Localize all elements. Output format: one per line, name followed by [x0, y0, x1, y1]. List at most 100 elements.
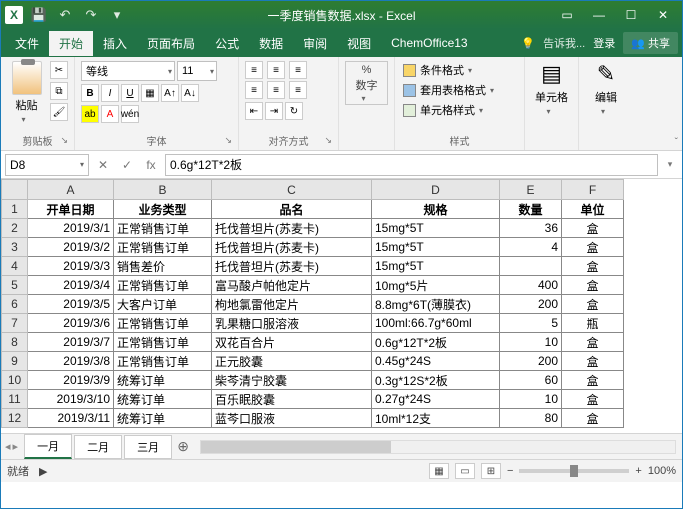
sheet-tab-jan[interactable]: 一月 — [24, 434, 72, 459]
cell[interactable]: 0.6g*12T*2板 — [372, 333, 500, 352]
align-bottom-icon[interactable]: ≡ — [289, 61, 307, 79]
cancel-formula-icon[interactable]: ✕ — [93, 155, 113, 175]
cell[interactable]: 托伐普坦片(苏麦卡) — [212, 257, 372, 276]
add-sheet-button[interactable]: ⊕ — [172, 438, 194, 455]
cell[interactable]: 2019/3/7 — [28, 333, 114, 352]
font-launcher-icon[interactable]: ↘ — [224, 135, 232, 146]
cell[interactable]: 大客户订单 — [114, 295, 212, 314]
paste-button[interactable]: 粘贴 ▾ — [7, 61, 46, 124]
header-cell[interactable]: 单位 — [562, 200, 624, 219]
row-header-5[interactable]: 5 — [2, 276, 28, 295]
number-format-button[interactable]: %数字▾ — [345, 61, 388, 105]
row-header-8[interactable]: 8 — [2, 333, 28, 352]
cell[interactable]: 10 — [500, 390, 562, 409]
cell[interactable]: 富马酸卢帕他定片 — [212, 276, 372, 295]
cell-styles-button[interactable]: 单元格样式 ▾ — [401, 101, 502, 119]
login-link[interactable]: 登录 — [593, 35, 615, 51]
cell[interactable]: 托伐普坦片(苏麦卡) — [212, 238, 372, 257]
cell[interactable]: 5 — [500, 314, 562, 333]
font-name-combo[interactable]: 等线▾ — [81, 61, 175, 81]
cells-button[interactable]: ▤单元格▾ — [531, 61, 572, 116]
ribbon-options-icon[interactable]: ▭ — [552, 4, 582, 26]
cell[interactable]: 10ml*12支 — [372, 409, 500, 428]
cell[interactable]: 2019/3/9 — [28, 371, 114, 390]
col-header-D[interactable]: D — [372, 180, 500, 200]
cell[interactable]: 瓶 — [562, 314, 624, 333]
col-header-B[interactable]: B — [114, 180, 212, 200]
tell-me[interactable]: 告诉我... — [543, 35, 585, 51]
cell[interactable]: 2019/3/1 — [28, 219, 114, 238]
select-all-corner[interactable] — [2, 180, 28, 200]
border-button[interactable]: ▦ — [141, 84, 159, 102]
cell[interactable]: 托伐普坦片(苏麦卡) — [212, 219, 372, 238]
font-size-combo[interactable]: 11▾ — [177, 61, 217, 81]
cell[interactable]: 盒 — [562, 238, 624, 257]
tab-review[interactable]: 审阅 — [293, 31, 337, 56]
row-header-10[interactable]: 10 — [2, 371, 28, 390]
align-left-icon[interactable]: ≡ — [245, 81, 263, 99]
row-header-2[interactable]: 2 — [2, 219, 28, 238]
fill-color-button[interactable]: ab — [81, 105, 99, 123]
cell[interactable]: 销售差价 — [114, 257, 212, 276]
cell[interactable]: 0.45g*24S — [372, 352, 500, 371]
cell[interactable]: 正常销售订单 — [114, 238, 212, 257]
expand-formula-icon[interactable]: ▾ — [662, 159, 678, 170]
cell[interactable]: 36 — [500, 219, 562, 238]
table-format-button[interactable]: 套用表格格式 ▾ — [401, 81, 502, 99]
tab-layout[interactable]: 页面布局 — [137, 31, 205, 56]
page-break-view-icon[interactable]: ⊞ — [481, 463, 501, 479]
orientation-icon[interactable]: ↻ — [285, 102, 303, 120]
cell[interactable]: 双花百合片 — [212, 333, 372, 352]
sheet-tab-feb[interactable]: 二月 — [74, 435, 122, 459]
tab-chemoffice[interactable]: ChemOffice13 — [381, 32, 477, 54]
horizontal-scrollbar[interactable] — [200, 440, 676, 454]
italic-button[interactable]: I — [101, 84, 119, 102]
cell[interactable]: 2019/3/2 — [28, 238, 114, 257]
cell[interactable]: 8.8mg*6T(薄膜衣) — [372, 295, 500, 314]
increase-font-icon[interactable]: A↑ — [161, 84, 179, 102]
cell[interactable]: 2019/3/10 — [28, 390, 114, 409]
cell[interactable]: 统筹订单 — [114, 390, 212, 409]
cell[interactable]: 盒 — [562, 333, 624, 352]
cell[interactable]: 盒 — [562, 219, 624, 238]
col-header-A[interactable]: A — [28, 180, 114, 200]
cell[interactable]: 80 — [500, 409, 562, 428]
decrease-indent-icon[interactable]: ⇤ — [245, 102, 263, 120]
cell[interactable]: 0.27g*24S — [372, 390, 500, 409]
redo-icon[interactable]: ↷ — [81, 5, 101, 25]
qat-overflow-icon[interactable]: ▾ — [107, 5, 127, 25]
phonetic-button[interactable]: wén — [121, 105, 139, 123]
zoom-slider[interactable] — [519, 469, 629, 473]
cell[interactable]: 正常销售订单 — [114, 352, 212, 371]
bold-button[interactable]: B — [81, 84, 99, 102]
zoom-out-icon[interactable]: − — [507, 465, 513, 477]
cell[interactable]: 枸地氯雷他定片 — [212, 295, 372, 314]
row-header-7[interactable]: 7 — [2, 314, 28, 333]
increase-indent-icon[interactable]: ⇥ — [265, 102, 283, 120]
cell[interactable]: 正常销售订单 — [114, 276, 212, 295]
cell[interactable]: 2019/3/11 — [28, 409, 114, 428]
cell[interactable]: 4 — [500, 238, 562, 257]
row-header-9[interactable]: 9 — [2, 352, 28, 371]
cell[interactable]: 15mg*5T — [372, 219, 500, 238]
worksheet-grid[interactable]: ABCDEF1开单日期业务类型品名规格数量单位22019/3/1正常销售订单托伐… — [1, 179, 682, 433]
maximize-icon[interactable]: ☐ — [616, 4, 646, 26]
decrease-font-icon[interactable]: A↓ — [181, 84, 199, 102]
header-cell[interactable]: 规格 — [372, 200, 500, 219]
cell[interactable]: 10mg*5片 — [372, 276, 500, 295]
zoom-in-icon[interactable]: + — [635, 465, 641, 477]
cell[interactable]: 柴芩清宁胶囊 — [212, 371, 372, 390]
font-color-button[interactable]: A — [101, 105, 119, 123]
cell[interactable]: 400 — [500, 276, 562, 295]
cell[interactable] — [500, 257, 562, 276]
cell[interactable]: 统筹订单 — [114, 409, 212, 428]
cell[interactable]: 盒 — [562, 371, 624, 390]
header-cell[interactable]: 品名 — [212, 200, 372, 219]
header-cell[interactable]: 数量 — [500, 200, 562, 219]
copy-icon[interactable]: ⧉ — [50, 82, 68, 100]
cell[interactable]: 2019/3/6 — [28, 314, 114, 333]
tab-formulas[interactable]: 公式 — [205, 31, 249, 56]
row-header-12[interactable]: 12 — [2, 409, 28, 428]
cell[interactable]: 正元胶囊 — [212, 352, 372, 371]
cell[interactable]: 正常销售订单 — [114, 314, 212, 333]
